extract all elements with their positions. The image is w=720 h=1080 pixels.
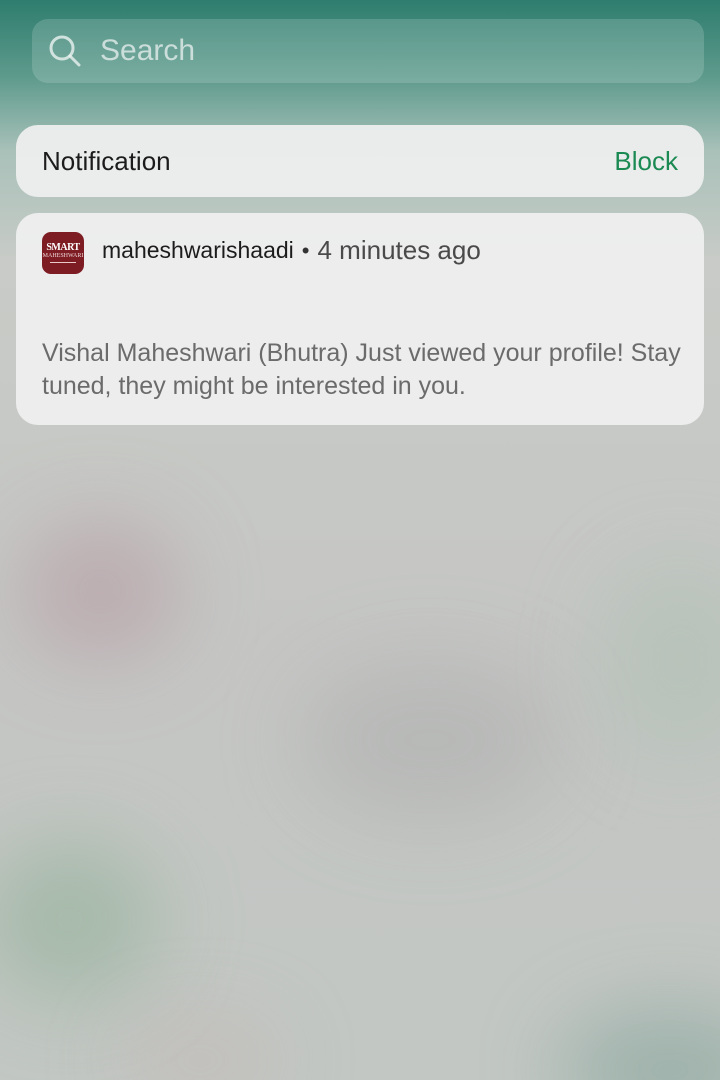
wallpaper-blur-blob	[600, 560, 720, 760]
app-logo-subtext: MAHESHWARI	[42, 253, 84, 259]
app-logo-text: SMART	[46, 242, 80, 253]
wallpaper-blur-blob	[300, 660, 560, 820]
app-name: maheshwarishaadi	[102, 237, 294, 263]
wallpaper-blur-blob	[20, 520, 180, 660]
wallpaper-blur-blob	[560, 1010, 720, 1080]
meta-separator: •	[301, 237, 310, 263]
search-bar[interactable]: Search	[32, 19, 704, 83]
app-logo-rule	[50, 262, 76, 263]
notification-header: Notification Block	[16, 125, 704, 197]
search-placeholder: Search	[100, 34, 196, 67]
app-logo-icon: SMART MAHESHWARI	[42, 232, 84, 274]
notification-meta: maheshwarishaadi • 4 minutes ago	[102, 235, 481, 266]
notification-message: Vishal Maheshwari (Bhutra) Just viewed y…	[42, 339, 681, 400]
notification-card[interactable]: SMART MAHESHWARI maheshwarishaadi • 4 mi…	[16, 213, 704, 425]
wallpaper-blur-blob	[120, 1020, 280, 1080]
notification-time: 4 minutes ago	[317, 235, 481, 265]
notification-title: Notification	[42, 145, 171, 176]
block-button[interactable]: Block	[614, 146, 678, 177]
search-icon	[48, 34, 82, 68]
wallpaper-blur-blob	[0, 840, 160, 1000]
